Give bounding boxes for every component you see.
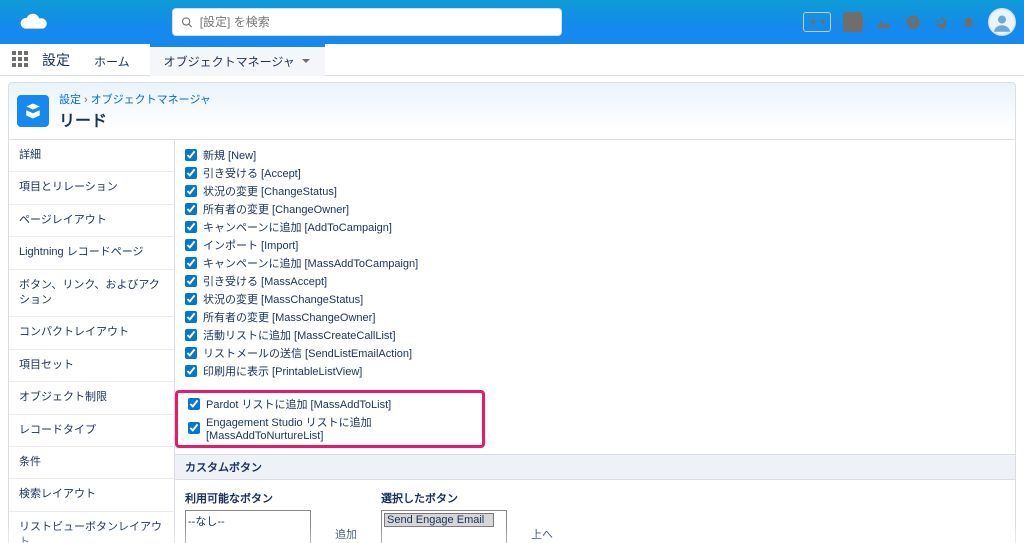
sidebar-item[interactable]: オブジェクト制限: [9, 382, 174, 414]
crumb-objmgr[interactable]: オブジェクトマネージャ: [91, 94, 211, 106]
sidebar-item[interactable]: 項目セット: [9, 350, 174, 382]
checkbox-label: 活動リストに追加 [MassCreateCallList]: [203, 327, 396, 343]
sidebar-item[interactable]: 条件: [9, 447, 174, 479]
checkbox-label: キャンペーンに追加 [AddToCampaign]: [203, 219, 392, 235]
favorites-button[interactable]: ★ ▾: [803, 12, 831, 32]
search-input[interactable]: [200, 15, 554, 29]
checkbox[interactable]: [188, 422, 200, 434]
checkbox[interactable]: [185, 203, 197, 215]
page-body: 詳細 項目とリレーション ページレイアウト Lightning レコードページ …: [8, 140, 1016, 543]
sidebar-item[interactable]: ページレイアウト: [9, 205, 174, 237]
main-content: 新規 [New] 引き受ける [Accept] 状況の変更 [ChangeSta…: [175, 140, 1015, 543]
nav-object-manager[interactable]: オブジェクトマネージャ: [150, 44, 325, 76]
checkbox-label: インポート [Import]: [203, 237, 298, 253]
checkbox[interactable]: [185, 293, 197, 305]
checkbox[interactable]: [185, 167, 197, 179]
checkbox[interactable]: [185, 185, 197, 197]
object-icon: [17, 95, 49, 127]
available-listbox[interactable]: --なし--: [185, 510, 311, 543]
sidebar-item[interactable]: レコードタイプ: [9, 415, 174, 447]
checkbox-label: 新規 [New]: [203, 147, 256, 163]
checkbox-label: リストメールの送信 [SendListEmailAction]: [203, 345, 412, 361]
breadcrumb: 設定›オブジェクトマネージャ: [59, 91, 211, 107]
app-launcher-icon[interactable]: [12, 51, 30, 69]
available-label: 利用可能なボタン: [185, 490, 311, 506]
checkbox-label: 所有者の変更 [ChangeOwner]: [203, 201, 349, 217]
checkbox-label: 印刷用に表示 [PrintableListView]: [203, 363, 362, 379]
checkbox[interactable]: [185, 347, 197, 359]
page-header: 設定›オブジェクトマネージャ リード: [8, 82, 1016, 140]
header-actions: ★ ▾ ＋: [803, 8, 1016, 36]
checkbox[interactable]: [185, 311, 197, 323]
app-nav-bar: 設定 ホーム オブジェクトマネージャ: [0, 44, 1024, 76]
checkbox[interactable]: [185, 221, 197, 233]
sidebar-item[interactable]: 項目とリレーション: [9, 172, 174, 204]
nav-home[interactable]: ホーム: [80, 44, 144, 76]
checkbox[interactable]: [188, 398, 200, 410]
global-add-button[interactable]: ＋: [843, 12, 863, 32]
checkbox[interactable]: [185, 257, 197, 269]
setup-gear-icon[interactable]: [933, 14, 949, 30]
sidebar-item[interactable]: ボタン、リンク、およびアクション: [9, 270, 174, 318]
custom-buttons-picker: 利用可能なボタン --なし-- 追加 ▶ ◀ 削除 選択したボタン Send E…: [175, 480, 1015, 543]
checkbox-label: キャンペーンに追加 [MassAddToCampaign]: [203, 255, 418, 271]
up-label: 上へ: [531, 526, 553, 542]
checkbox-label: 状況の変更 [ChangeStatus]: [203, 183, 337, 199]
trailhead-icon[interactable]: [875, 13, 893, 31]
selected-listbox[interactable]: Send Engage Email: [381, 510, 507, 543]
global-search[interactable]: [172, 8, 562, 36]
chevron-down-icon: [301, 56, 311, 66]
highlighted-pardot-options: Pardot リストに追加 [MassAddToList] Engagement…: [175, 390, 485, 448]
app-name: 設定: [42, 50, 70, 70]
object-sidebar: 詳細 項目とリレーション ページレイアウト Lightning レコードページ …: [9, 140, 175, 543]
checkbox[interactable]: [185, 239, 197, 251]
checkbox-label: 所有者の変更 [MassChangeOwner]: [203, 309, 375, 325]
standard-buttons-list: 新規 [New] 引き受ける [Accept] 状況の変更 [ChangeSta…: [175, 146, 1015, 390]
sidebar-item[interactable]: コンパクトレイアウト: [9, 317, 174, 349]
checkbox-label: 引き受ける [Accept]: [203, 165, 301, 181]
sidebar-item[interactable]: リストビューボタンレイアウト: [9, 512, 174, 543]
checkbox[interactable]: [185, 365, 197, 377]
checkbox-label: 状況の変更 [MassChangeStatus]: [203, 291, 363, 307]
custom-buttons-header: カスタムボタン: [175, 454, 1015, 480]
sidebar-item[interactable]: 詳細: [9, 140, 174, 172]
checkbox-label: Pardot リストに追加 [MassAddToList]: [206, 396, 391, 412]
checkbox[interactable]: [185, 149, 197, 161]
add-label: 追加: [335, 526, 357, 542]
checkbox-label: Engagement Studio リストに追加 [MassAddToNurtu…: [206, 414, 482, 442]
selected-label: 選択したボタン: [381, 490, 507, 506]
page-title: リード: [59, 107, 211, 131]
sidebar-item[interactable]: Lightning レコードページ: [9, 237, 174, 269]
user-avatar[interactable]: [988, 8, 1016, 36]
search-icon: [181, 16, 193, 29]
sidebar-item[interactable]: 検索レイアウト: [9, 479, 174, 511]
salesforce-logo-icon: [16, 11, 48, 33]
checkbox[interactable]: [185, 329, 197, 341]
crumb-setup[interactable]: 設定: [59, 94, 81, 106]
checkbox-label: 引き受ける [MassAccept]: [203, 273, 327, 289]
notification-bell-icon[interactable]: [961, 14, 976, 30]
checkbox[interactable]: [185, 275, 197, 287]
global-header: ★ ▾ ＋: [0, 0, 1024, 44]
help-icon[interactable]: [905, 14, 921, 30]
